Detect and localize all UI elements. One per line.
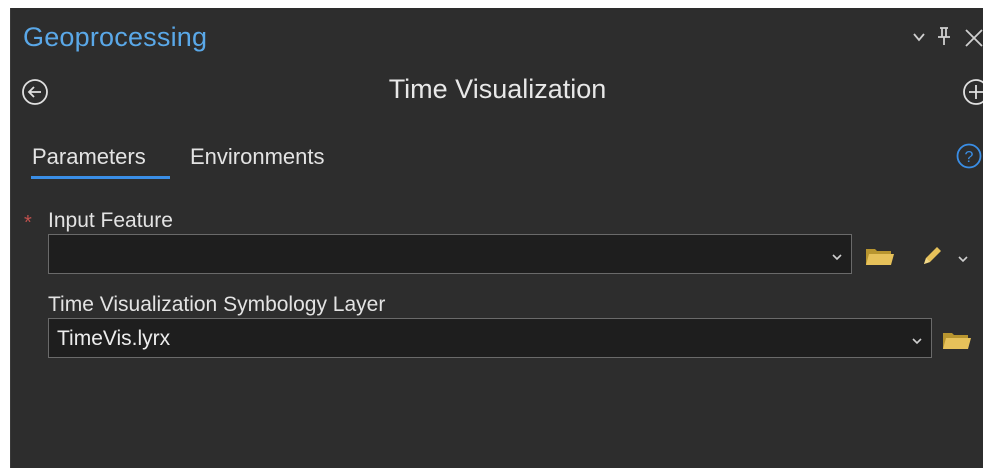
help-icon: ? (956, 143, 982, 169)
close-icon[interactable] (964, 28, 983, 53)
input-feature-combobox[interactable] (48, 234, 852, 274)
pin-icon[interactable] (936, 26, 952, 51)
svg-text:?: ? (965, 149, 974, 166)
chevron-down-icon[interactable] (911, 329, 923, 353)
tab-parameters[interactable]: Parameters (32, 144, 146, 170)
create-features-button[interactable] (920, 244, 944, 273)
add-button[interactable] (962, 78, 983, 111)
pane-title: Geoprocessing (23, 22, 208, 52)
symbology-layer-combobox[interactable]: TimeVis.lyrx (48, 318, 932, 358)
tool-title: Time Visualization (388, 74, 607, 104)
chevron-down-icon[interactable] (831, 245, 843, 269)
symbology-layer-value: TimeVis.lyrx (57, 327, 171, 350)
input-feature-label: Input Feature (48, 209, 173, 232)
folder-icon (943, 333, 971, 349)
geoprocessing-pane: Geoprocessing Time Visualization Paramet… (10, 8, 983, 468)
tab-environments[interactable]: Environments (190, 144, 325, 170)
active-tab-indicator (31, 176, 170, 179)
browse-folder-button[interactable] (865, 245, 895, 272)
chevron-down-icon[interactable] (912, 30, 926, 49)
chevron-down-icon[interactable] (957, 252, 969, 270)
help-button[interactable]: ? (956, 143, 982, 174)
pencil-icon (924, 247, 941, 264)
browse-folder-button[interactable] (942, 329, 972, 356)
folder-icon (866, 249, 894, 265)
symbology-layer-label: Time Visualization Symbology Layer (48, 293, 386, 316)
required-marker: * (24, 212, 32, 234)
add-icon (963, 79, 983, 105)
